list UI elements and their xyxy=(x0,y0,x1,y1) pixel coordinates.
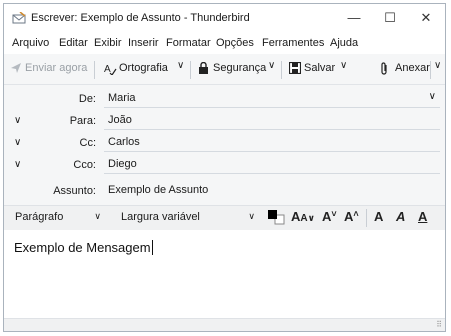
compose-toolbar: Enviar agora A Ortografia ∨ Segurança ∨ xyxy=(4,54,445,85)
resize-grip-icon[interactable]: ⠿ xyxy=(436,320,442,329)
toolbar-separator xyxy=(94,61,95,79)
menu-formatar[interactable]: Formatar xyxy=(166,37,211,49)
from-dropdown-chevron-icon: ∨ xyxy=(428,91,436,102)
from-value: Maria xyxy=(108,92,136,104)
attach-button[interactable]: Anexar xyxy=(380,61,430,77)
paperclip-icon xyxy=(381,62,387,75)
message-headers: De: Maria ∨ ∨ Para: João ∨ Cc: Carlos ∨ … xyxy=(4,85,445,205)
compose-app-icon xyxy=(12,12,26,24)
increase-font-size-icon[interactable]: A˄ xyxy=(344,209,359,225)
to-field[interactable]: João xyxy=(104,110,440,130)
to-label: Para: xyxy=(69,115,96,127)
save-label: Salvar xyxy=(304,62,336,74)
bcc-label: Cco: xyxy=(73,159,96,171)
subject-value: Exemplo de Assunto xyxy=(108,184,209,196)
bcc-field[interactable]: Diego xyxy=(104,154,440,174)
security-button[interactable]: Segurança xyxy=(198,61,268,77)
paragraph-dropdown-chevron-icon: ∨ xyxy=(94,211,101,221)
from-select[interactable]: Maria ∨ xyxy=(104,88,440,108)
spelling-button[interactable]: A Ortografia xyxy=(104,61,174,77)
security-dropdown-chevron-icon[interactable]: ∨ xyxy=(268,60,275,71)
bold-icon[interactable]: A xyxy=(374,209,383,225)
spelling-label: Ortografia xyxy=(119,62,168,74)
cc-label: Cc: xyxy=(79,137,97,149)
toolbar-separator xyxy=(190,61,191,79)
send-icon xyxy=(11,63,21,73)
font-value: Largura variável xyxy=(121,211,200,223)
text-color-button[interactable] xyxy=(267,209,287,225)
menu-exibir[interactable]: Exibir xyxy=(94,37,122,49)
font-select[interactable]: Largura variável ∨ xyxy=(116,209,259,225)
save-dropdown-chevron-icon[interactable]: ∨ xyxy=(340,60,347,71)
cc-value: Carlos xyxy=(108,136,140,148)
spellcheck-icon: A xyxy=(104,64,117,75)
font-size-menu-icon[interactable]: AA∨ xyxy=(291,209,315,225)
minimize-button[interactable]: — xyxy=(344,9,364,27)
paragraph-format-value: Parágrafo xyxy=(15,211,64,223)
paragraph-format-select[interactable]: Parágrafo ∨ xyxy=(10,209,105,225)
status-bar: ⠿ xyxy=(4,318,445,331)
lock-icon xyxy=(199,62,208,74)
attach-dropdown-chevron-icon[interactable]: ∨ xyxy=(434,60,441,71)
bcc-value: Diego xyxy=(108,158,137,170)
menu-editar[interactable]: Editar xyxy=(59,37,88,49)
compose-window: Escrever: Exemplo de Assunto - Thunderbi… xyxy=(3,3,446,332)
underline-icon[interactable]: A xyxy=(418,209,427,225)
text-color-icon xyxy=(268,210,285,225)
decrease-font-size-icon[interactable]: A˅ xyxy=(322,209,337,225)
subject-field[interactable]: Exemplo de Assunto xyxy=(104,180,440,199)
message-text: Exemplo de Mensagem xyxy=(14,240,151,255)
menu-ferramentes[interactable]: Ferramentes xyxy=(262,37,324,49)
font-dropdown-chevron-icon: ∨ xyxy=(248,211,255,221)
message-body-text: Exemplo de Mensagem xyxy=(14,240,153,255)
send-now-button[interactable]: Enviar agora xyxy=(10,61,90,77)
save-icon xyxy=(289,62,301,74)
save-button[interactable]: Salvar xyxy=(289,61,337,77)
text-caret xyxy=(151,240,153,255)
attach-label: Anexar xyxy=(395,62,430,74)
send-now-label: Enviar agora xyxy=(25,62,88,74)
subject-label: Assunto: xyxy=(53,185,96,197)
close-button[interactable]: ✕ xyxy=(416,9,436,27)
menu-inserir[interactable]: Inserir xyxy=(128,37,159,49)
toolbar-separator xyxy=(281,61,282,79)
menu-opcoes[interactable]: Opções xyxy=(216,37,254,49)
menu-bar: Arquivo Editar Exibir Inserir Formatar O… xyxy=(4,32,445,54)
security-label: Segurança xyxy=(213,62,267,74)
format-separator xyxy=(366,209,367,227)
window-title: Escrever: Exemplo de Assunto - Thunderbi… xyxy=(31,12,250,24)
menu-arquivo[interactable]: Arquivo xyxy=(12,37,49,49)
from-label: De: xyxy=(78,93,96,105)
spelling-dropdown-chevron-icon[interactable]: ∨ xyxy=(177,60,184,71)
cc-field[interactable]: Carlos xyxy=(104,132,440,152)
to-value: João xyxy=(108,114,132,126)
message-body[interactable]: Exemplo de Mensagem xyxy=(4,230,445,320)
italic-icon[interactable]: A xyxy=(396,209,405,225)
toolbar-separator xyxy=(430,61,431,79)
format-toolbar: Parágrafo ∨ Largura variável ∨ AA∨ A˅ A˄… xyxy=(4,205,445,231)
maximize-button[interactable]: ☐ xyxy=(380,9,400,27)
menu-ajuda[interactable]: Ajuda xyxy=(330,37,358,49)
title-bar: Escrever: Exemplo de Assunto - Thunderbi… xyxy=(4,4,445,32)
